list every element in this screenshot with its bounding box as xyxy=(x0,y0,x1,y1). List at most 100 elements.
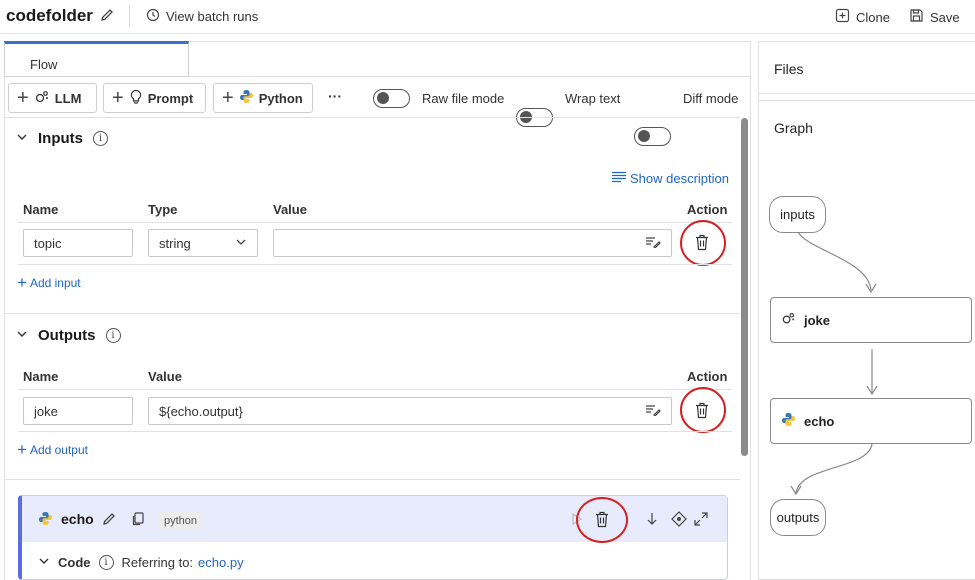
divider xyxy=(5,479,740,480)
add-output-button[interactable]: + Add output xyxy=(17,441,88,458)
outputs-col-value: Value xyxy=(148,369,182,384)
chevron-down-icon xyxy=(38,555,50,570)
llm-icon xyxy=(34,89,50,108)
llm-icon xyxy=(781,311,796,329)
divider xyxy=(18,264,732,265)
add-llm-button[interactable]: + LLM xyxy=(8,83,97,113)
flow-title: codefolder xyxy=(6,6,93,25)
delete-output-icon[interactable] xyxy=(694,402,710,424)
chevron-down-icon xyxy=(235,236,247,251)
clone-icon xyxy=(835,8,850,26)
prompt-label: Prompt xyxy=(147,90,194,106)
graph-node-joke[interactable]: joke xyxy=(770,297,972,343)
wrap-text-label: Wrap text xyxy=(565,91,621,106)
plus-icon: + xyxy=(222,87,234,109)
expand-icon[interactable] xyxy=(694,512,708,531)
edit-pencil-icon[interactable] xyxy=(101,511,117,532)
plus-icon: + xyxy=(17,87,29,109)
inputs-col-name: Name xyxy=(23,202,59,217)
tab-underline xyxy=(189,76,751,77)
outputs-col-action: Action xyxy=(687,369,728,384)
graph-node-outputs[interactable]: outputs xyxy=(770,499,826,536)
scrollbar[interactable] xyxy=(741,118,748,456)
divider xyxy=(18,431,732,432)
output-name-field[interactable]: joke xyxy=(23,397,133,425)
code-section-header[interactable]: Code i Referring to: echo.py xyxy=(38,555,244,570)
code-label: Code xyxy=(58,555,91,570)
graph-node-joke-label: joke xyxy=(804,312,831,328)
divider xyxy=(758,93,975,94)
list-icon xyxy=(611,171,627,186)
show-description-label: Show description xyxy=(630,171,729,186)
input-name-field[interactable]: topic xyxy=(23,229,133,257)
arrow-down-icon[interactable] xyxy=(646,512,658,531)
divider xyxy=(758,100,975,101)
history-icon xyxy=(146,8,160,25)
graph-node-inputs[interactable]: inputs xyxy=(769,196,826,233)
code-file-link[interactable]: echo.py xyxy=(198,555,244,570)
chevron-down-icon xyxy=(16,130,28,147)
clone-label: Clone xyxy=(856,9,890,25)
edit-pencil-icon[interactable] xyxy=(99,7,115,28)
inputs-section-header[interactable]: Inputs i xyxy=(16,130,108,147)
chevron-down-icon xyxy=(16,327,28,344)
copy-icon[interactable] xyxy=(132,512,145,531)
outputs-heading: Outputs xyxy=(38,327,96,344)
input-value-field[interactable] xyxy=(273,229,672,257)
inputs-col-value: Value xyxy=(273,202,307,217)
multiline-edit-icon[interactable] xyxy=(645,404,661,419)
output-value-field[interactable]: ${echo.output} xyxy=(148,397,672,425)
node-type-chip: python xyxy=(158,512,204,530)
add-input-button[interactable]: + Add input xyxy=(17,274,81,291)
divider xyxy=(129,5,130,27)
divider xyxy=(18,389,732,390)
save-button[interactable]: Save xyxy=(909,8,960,26)
outputs-col-name: Name xyxy=(23,369,59,384)
multiline-edit-icon[interactable] xyxy=(645,236,661,251)
python-icon xyxy=(239,89,254,107)
raw-file-mode-label: Raw file mode xyxy=(422,91,505,106)
echo-node-name: echo xyxy=(61,511,94,527)
save-label: Save xyxy=(930,9,960,25)
add-prompt-button[interactable]: + Prompt xyxy=(103,83,206,113)
inputs-heading: Inputs xyxy=(38,130,83,147)
delete-node-icon[interactable] xyxy=(594,511,610,533)
inputs-col-type: Type xyxy=(148,202,178,217)
python-icon xyxy=(38,511,53,531)
plus-icon: + xyxy=(17,440,27,459)
lightbulb-icon xyxy=(129,89,143,108)
llm-label: LLM xyxy=(54,90,82,106)
info-icon[interactable]: i xyxy=(105,328,121,343)
tab-flow[interactable]: Flow xyxy=(4,41,189,77)
diff-mode-toggle[interactable] xyxy=(634,127,671,146)
graph-node-echo[interactable]: echo xyxy=(770,398,972,444)
referring-to-label: Referring to: xyxy=(121,555,194,570)
plus-icon: + xyxy=(17,273,27,292)
inputs-col-action: Action xyxy=(687,202,728,217)
python-label: Python xyxy=(258,90,303,106)
raw-file-mode-toggle[interactable] xyxy=(373,89,410,108)
clone-button[interactable]: Clone xyxy=(835,8,890,26)
input-type-select[interactable]: string xyxy=(148,229,258,257)
add-output-label: Add output xyxy=(29,442,88,457)
delete-input-icon[interactable] xyxy=(694,234,710,256)
divider xyxy=(5,117,740,118)
outputs-section-header[interactable]: Outputs i xyxy=(16,327,121,344)
diff-mode-label: Diff mode xyxy=(683,91,739,106)
plus-icon: + xyxy=(112,87,124,109)
save-icon xyxy=(909,8,924,26)
add-input-label: Add input xyxy=(29,275,81,290)
graph-heading: Graph xyxy=(774,120,813,136)
divider xyxy=(5,313,740,314)
locate-node-icon[interactable] xyxy=(671,511,687,532)
python-icon xyxy=(781,412,796,430)
info-icon[interactable]: i xyxy=(93,131,108,146)
more-options-button[interactable]: ··· xyxy=(328,88,342,104)
view-batch-runs-button[interactable]: View batch runs xyxy=(146,8,258,25)
input-type-value: string xyxy=(159,235,191,251)
info-icon[interactable]: i xyxy=(98,555,114,570)
files-heading[interactable]: Files xyxy=(774,61,804,77)
show-description-button[interactable]: Show description xyxy=(611,171,729,186)
view-batch-runs-label: View batch runs xyxy=(166,9,259,24)
add-python-button[interactable]: + Python xyxy=(213,83,313,113)
